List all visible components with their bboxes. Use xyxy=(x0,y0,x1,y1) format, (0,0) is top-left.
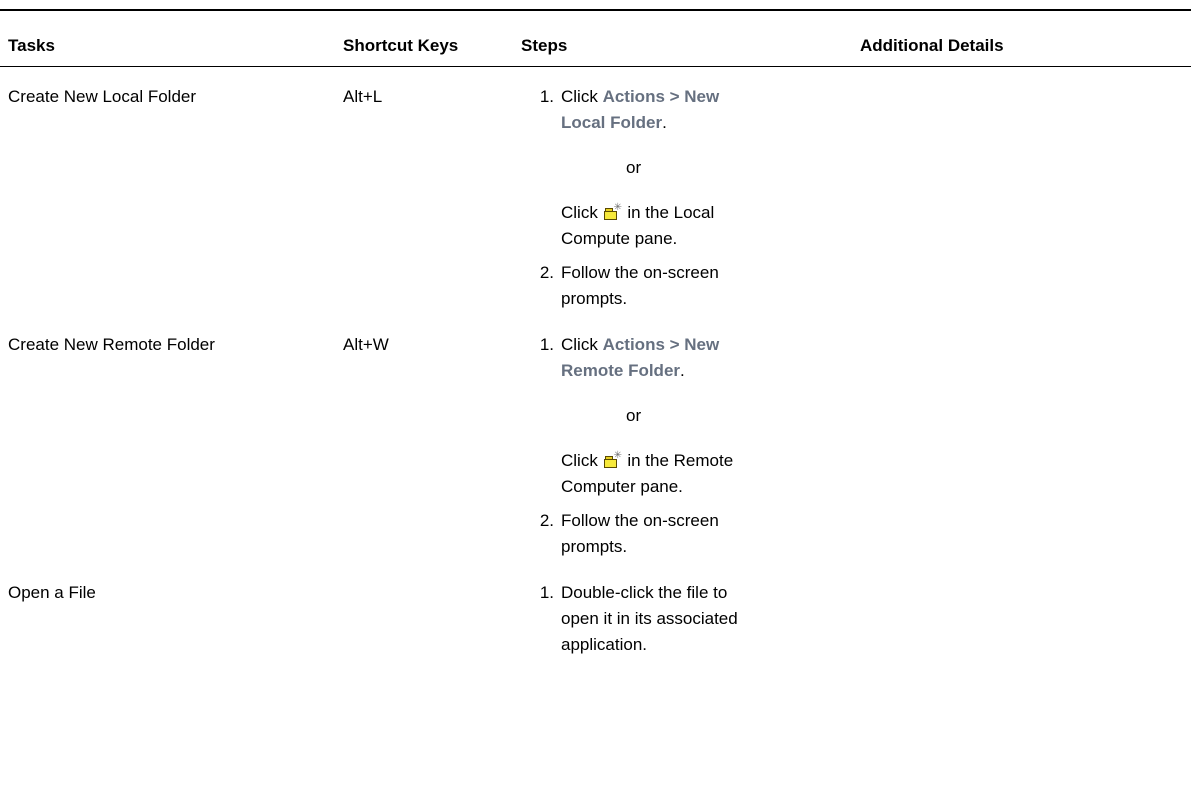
or-separator: or xyxy=(626,158,642,177)
shortcut-cell: Alt+W xyxy=(343,335,389,354)
step-text: Compute pane. xyxy=(561,229,678,248)
alternative-step: Click ✳ in the Local Compute pane. xyxy=(521,200,841,252)
step-line: open it in its associated xyxy=(561,609,738,628)
ui-reference-link: Actions > New xyxy=(602,87,720,106)
step-line: Follow the on-screen xyxy=(561,511,719,530)
step-text: Click xyxy=(561,87,603,106)
task-cell: Create New Remote Folder xyxy=(8,335,215,354)
step-number: 2. xyxy=(539,511,554,530)
task-cell: Open a File xyxy=(8,583,96,602)
steps-cell: 1. Click Actions > New Remote Folder. or… xyxy=(521,332,841,560)
step-text: in the Remote xyxy=(627,451,734,470)
step-line: Follow the on-screen xyxy=(561,263,719,282)
step-number: 1. xyxy=(539,87,554,106)
table-row: Open a File 1. Double-click the file to … xyxy=(0,564,1191,684)
step-text: Computer pane. xyxy=(561,477,683,496)
step-item: 2. Follow the on-screen prompts. xyxy=(521,260,841,312)
step-line: Click Actions > New xyxy=(561,332,841,358)
step-item: 1. Click Actions > New Remote Folder. xyxy=(521,332,841,384)
steps-cell: 1. Double-click the file to open it in i… xyxy=(521,580,841,658)
step-item: 2. Follow the on-screen prompts. xyxy=(521,508,841,560)
step-line: prompts. xyxy=(561,289,628,308)
alternative-step: Click ✳ in the Remote Computer pane. xyxy=(521,448,841,500)
step-line: Remote Folder. xyxy=(561,358,841,384)
shortcut-table: Tasks Shortcut Keys Steps Additional Det… xyxy=(0,9,1191,684)
new-folder-icon: ✳ xyxy=(603,451,622,468)
step-number: 1. xyxy=(539,335,554,354)
table-row: Create New Local Folder Alt+L 1. Click A… xyxy=(0,67,1191,316)
table-header-row: Tasks Shortcut Keys Steps Additional Det… xyxy=(0,11,1191,67)
step-line: Click Actions > New xyxy=(561,84,841,110)
header-steps: Steps xyxy=(521,36,568,55)
step-number: 1. xyxy=(539,583,554,602)
step-text: . xyxy=(680,361,685,380)
ui-reference-link: Actions > New xyxy=(602,335,720,354)
step-text: Click xyxy=(561,451,598,470)
step-line: application. xyxy=(561,635,648,654)
step-text: Click xyxy=(561,335,603,354)
table-row: Create New Remote Folder Alt+W 1. Click … xyxy=(0,316,1191,564)
step-item: 1. Click Actions > New Local Folder. xyxy=(521,84,841,136)
step-text: Click xyxy=(561,203,598,222)
new-folder-icon: ✳ xyxy=(603,203,622,220)
header-additional-details: Additional Details xyxy=(860,36,1004,55)
step-line: Local Folder. xyxy=(561,110,841,136)
task-cell: Create New Local Folder xyxy=(8,87,197,106)
step-line: prompts. xyxy=(561,537,628,556)
step-line: Double-click the file to xyxy=(561,583,728,602)
steps-cell: 1. Click Actions > New Local Folder. or … xyxy=(521,84,841,312)
ui-reference-link: Local Folder xyxy=(561,113,663,132)
ui-reference-link: Remote Folder xyxy=(561,361,681,380)
header-shortcut-keys: Shortcut Keys xyxy=(343,36,459,55)
step-item: 1. Double-click the file to open it in i… xyxy=(521,580,841,658)
or-separator: or xyxy=(626,406,642,425)
step-text: . xyxy=(662,113,667,132)
header-tasks: Tasks xyxy=(8,36,55,55)
step-text: in the Local xyxy=(627,203,715,222)
step-number: 2. xyxy=(539,263,554,282)
shortcut-cell: Alt+L xyxy=(343,87,383,106)
